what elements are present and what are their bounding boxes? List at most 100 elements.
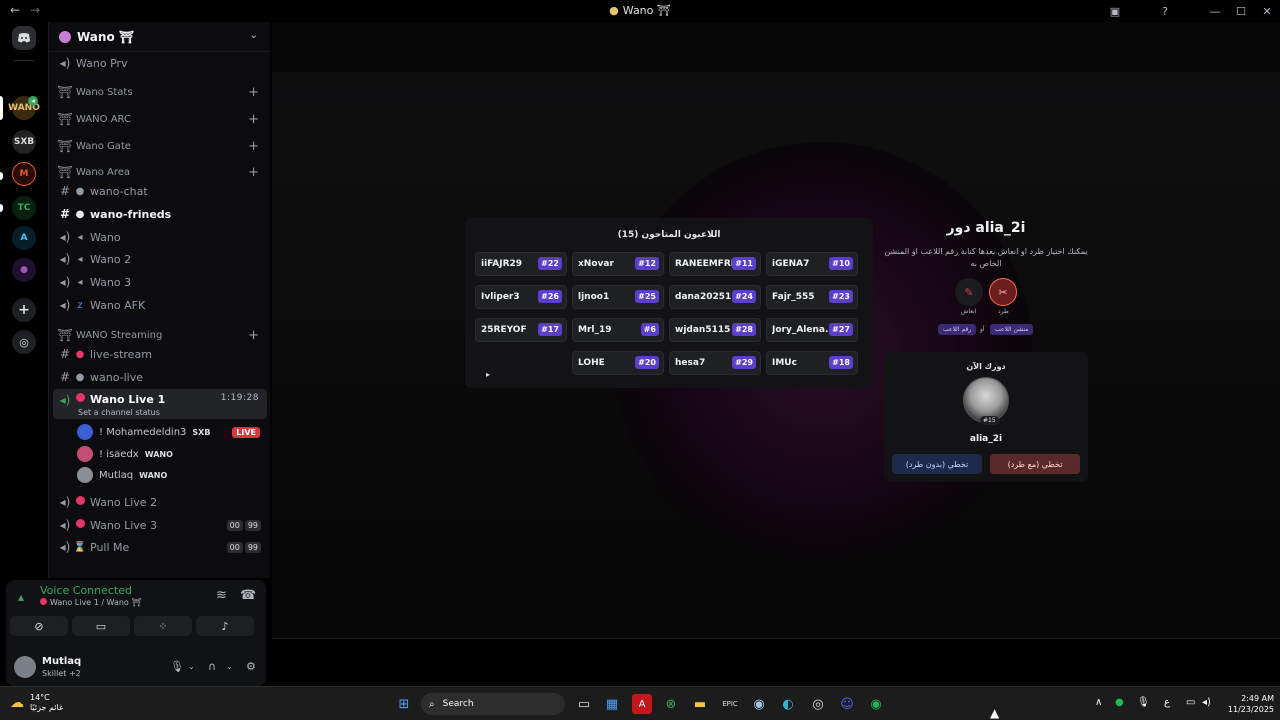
edge-icon[interactable]: ◐ — [778, 694, 798, 714]
discover-icon[interactable]: ◎ — [12, 330, 36, 354]
speaker-icon: ◂ — [77, 231, 83, 243]
player-card[interactable]: RANEEMFRL #11 — [669, 252, 761, 276]
voice-member[interactable]: Mutlaq WANO — [77, 465, 167, 485]
task-view-icon[interactable]: ▭ — [574, 694, 594, 714]
adobe-icon[interactable]: A — [632, 694, 652, 714]
language-indicator[interactable]: ع — [1164, 697, 1170, 708]
revive-option[interactable]: ✎ — [955, 278, 983, 306]
member-tag: SXB — [192, 427, 211, 437]
weather-widget[interactable]: ☁ 14°C غائم جزئيًا — [10, 693, 63, 713]
microphone-icon[interactable]: 🎙 — [1137, 697, 1150, 708]
help-icon[interactable]: ? — [1152, 5, 1178, 18]
windows-start-icon[interactable]: ⊞ — [394, 694, 414, 714]
add-channel-icon[interactable]: + — [248, 165, 259, 180]
chevron-down-icon[interactable]: ⌄ — [188, 662, 195, 671]
player-card[interactable]: ljnoo1 #25 — [572, 285, 664, 309]
inbox-icon[interactable]: ▣ — [1102, 5, 1128, 18]
disconnect-icon[interactable]: ☎ — [240, 588, 256, 603]
clock[interactable]: 2:49 AM 11/23/2025 — [1222, 693, 1274, 715]
xbox-icon[interactable]: ⊗ — [661, 694, 681, 714]
player-card[interactable]: iGENA7 #10 — [766, 252, 858, 276]
voice-member[interactable]: ! Mohamedeldin3 SXB — [77, 422, 210, 442]
channel-wano-live-1[interactable]: ◂) Wano Live 1 1:19:28 Set a channel sta… — [53, 389, 267, 419]
player-card[interactable]: LOHE #20 — [572, 351, 664, 375]
close-icon[interactable]: ✕ — [1254, 5, 1280, 18]
player-card[interactable]: dana202511 #24 — [669, 285, 761, 309]
network-icon[interactable]: ▭ — [1186, 697, 1195, 708]
player-card[interactable]: wjdan5115 #28 — [669, 318, 761, 342]
torii-icon: ⛩ — [57, 112, 73, 126]
player-card[interactable]: Jory_Alena... #27 — [766, 318, 858, 342]
channel-wano-3[interactable]: ◂) ◂ Wano 3 — [49, 271, 270, 293]
spotify-tray-icon[interactable]: ● — [1115, 697, 1124, 708]
signal-icon[interactable]: ▴ — [18, 590, 24, 604]
player-card[interactable]: Ivliper3 #26 — [475, 285, 567, 309]
channel-live-stream[interactable]: # ● live-stream — [49, 343, 270, 365]
player-card[interactable]: iiFAJR29 #22 — [475, 252, 567, 276]
server-tc-icon[interactable]: TC — [12, 196, 36, 220]
add-channel-icon[interactable]: + — [248, 85, 259, 100]
skip-without-kick-button[interactable]: تخطي (بدون طرد) — [892, 454, 982, 474]
maximize-icon[interactable]: ☐ — [1228, 5, 1254, 18]
spotify-icon[interactable]: ◉ — [866, 694, 886, 714]
channel-wano-chat[interactable]: # ● wano-chat — [49, 180, 270, 202]
minimize-icon[interactable]: — — [1202, 5, 1228, 18]
activities-button[interactable]: ⁘ — [134, 616, 192, 636]
skip-with-kick-button[interactable]: تخطي (مع طرد) — [990, 454, 1080, 474]
voice-channel-text: Wano Live 1 / Wano ⛩ — [50, 598, 142, 607]
user-panel[interactable]: Mutlaq Skillet +2 🎙 ⌄ ∩ ⌄ ⚙ — [12, 654, 264, 684]
channel-wano[interactable]: ◂) ◂ Wano — [49, 226, 270, 248]
chrome-icon[interactable]: ◎ — [808, 694, 828, 714]
player-card[interactable]: 25REYOF #17 — [475, 318, 567, 342]
voice-channel-path[interactable]: Wano Live 1 / Wano ⛩ — [40, 598, 142, 607]
player-card[interactable]: Fajr_555 #23 — [766, 285, 858, 309]
file-explorer-icon[interactable]: ▬ — [690, 694, 710, 714]
discord-home-icon[interactable] — [12, 26, 36, 50]
channel-wano-live[interactable]: # ● wano-live — [49, 366, 270, 388]
headphones-icon[interactable]: ∩ — [208, 660, 216, 673]
channel-wano-afk[interactable]: ◂) z Wano AFK — [49, 294, 270, 316]
player-number-badge: #24 — [732, 290, 756, 303]
player-card[interactable]: IMUc #18 — [766, 351, 858, 375]
volume-icon[interactable]: ◂) — [1202, 697, 1211, 708]
add-channel-icon[interactable]: + — [248, 328, 259, 343]
server-a-icon[interactable]: A — [12, 226, 36, 250]
add-channel-icon[interactable]: + — [248, 139, 259, 154]
channel-wano-live-2[interactable]: ◂) Wano Live 2 — [49, 491, 270, 513]
camera-off-button[interactable]: ⊘ — [10, 616, 68, 636]
chevron-down-icon[interactable]: ⌄ — [250, 30, 258, 41]
channel-wano-live-3[interactable]: ◂) Wano Live 3 00 99 — [49, 514, 270, 536]
screen-share-button[interactable]: ▭ — [72, 616, 130, 636]
kick-option[interactable]: ✂ — [989, 278, 1017, 306]
channel-wano-2[interactable]: ◂) ◂ Wano 2 — [49, 248, 270, 270]
player-number-badge: #27 — [829, 323, 853, 336]
microphone-icon[interactable]: 🎙 — [170, 660, 184, 673]
add-channel-icon[interactable]: + — [248, 112, 259, 127]
chevron-down-icon[interactable]: ⌄ — [226, 662, 233, 671]
soundboard-button[interactable]: ♪ — [196, 616, 254, 636]
player-card[interactable]: Mrl_19 #6 — [572, 318, 664, 342]
channel-pull-me[interactable]: ◂) ⌛ Pull Me 00 99 — [49, 536, 270, 558]
channel-wano-frineds[interactable]: # ● wano-frineds — [49, 203, 270, 225]
server-m-icon[interactable]: M — [12, 162, 36, 186]
steam-icon[interactable]: ◉ — [749, 694, 769, 714]
category-wano-stats[interactable]: ⛩ Wano Stats + — [49, 81, 270, 103]
player-card[interactable]: xNovar #12 — [572, 252, 664, 276]
server-sxb-icon[interactable]: SXB — [12, 130, 36, 154]
epic-games-icon[interactable]: EPIC — [720, 694, 740, 714]
store-icon[interactable]: ▦ — [602, 694, 622, 714]
channel-status-prompt[interactable]: Set a channel status — [78, 408, 160, 417]
category-wano-gate[interactable]: ⛩ Wano Gate + — [49, 135, 270, 157]
voice-member[interactable]: ! isaedx WANO — [77, 444, 173, 464]
player-card[interactable]: hesa7 #29 — [669, 351, 761, 375]
server-folder-icon[interactable]: ● — [12, 258, 36, 282]
channel-wano-prv[interactable]: ◂) Wano Prv — [49, 52, 270, 74]
add-server-icon[interactable]: + — [12, 298, 36, 322]
chevron-up-icon[interactable]: ∧ — [1095, 697, 1102, 708]
search-box[interactable]: ⌕ Search — [421, 693, 565, 715]
discord-taskbar-icon[interactable]: ☺ — [837, 694, 857, 714]
noise-suppression-icon[interactable]: ≋ — [216, 588, 227, 603]
server-header[interactable]: Wano ⛩ ⌄ — [49, 22, 270, 52]
gear-icon[interactable]: ⚙ — [246, 660, 256, 673]
category-wano-arc[interactable]: ⛩ WANO ARC + — [49, 108, 270, 130]
